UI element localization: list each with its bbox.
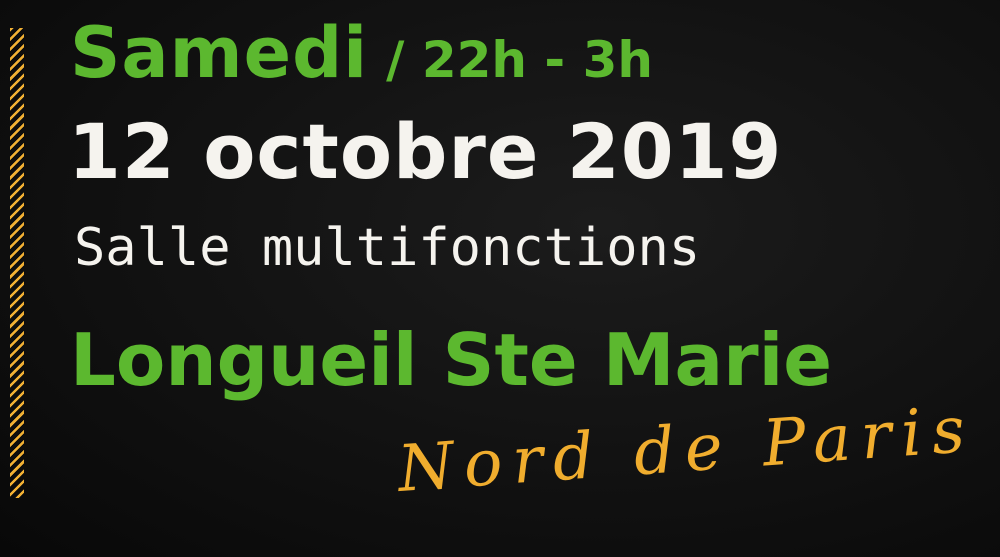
event-city: Longueil Ste Marie <box>70 318 833 402</box>
event-poster: Samedi / 22h - 3h 12 octobre 2019 Salle m… <box>0 0 1000 557</box>
event-region: Nord de Paris <box>395 392 978 507</box>
event-venue: Salle multifonctions <box>74 218 701 278</box>
event-hours: / 22h - 3h <box>386 31 653 89</box>
event-day: Samedi <box>70 12 369 94</box>
day-and-hours: Samedi / 22h - 3h <box>70 12 653 102</box>
decorative-hatched-stripe <box>10 28 24 498</box>
event-date: 12 octobre 2019 <box>68 107 783 196</box>
